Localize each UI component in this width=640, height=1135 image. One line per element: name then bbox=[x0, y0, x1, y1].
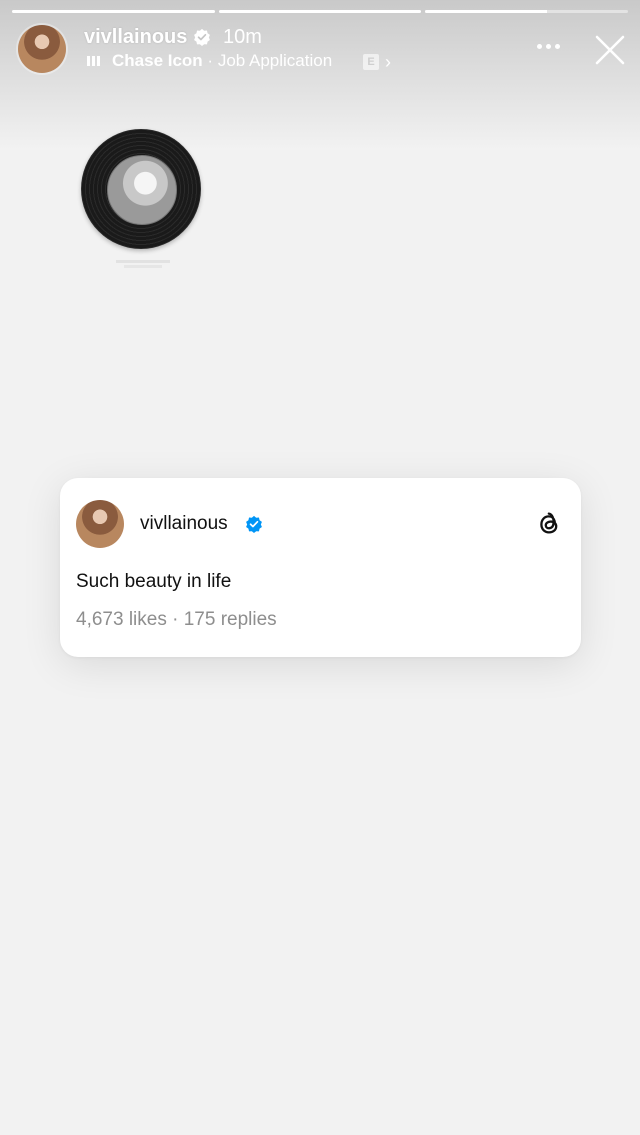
music-separator: · bbox=[202, 51, 218, 70]
verified-badge-icon bbox=[194, 28, 210, 46]
progress-fill bbox=[218, 10, 422, 13]
explicit-badge: E bbox=[363, 54, 379, 70]
verified-badge-icon bbox=[246, 515, 262, 533]
story-time: 10m bbox=[223, 26, 262, 48]
music-song: Chase Icon bbox=[112, 51, 203, 70]
music-bars-icon bbox=[87, 56, 100, 66]
more-dots-icon[interactable] bbox=[537, 44, 560, 49]
threads-avatar bbox=[76, 500, 124, 548]
progress-segment bbox=[12, 10, 215, 13]
story-username[interactable]: vivllainous bbox=[84, 26, 187, 49]
progress-fill bbox=[12, 10, 215, 13]
progress-segment bbox=[425, 10, 629, 13]
music-info[interactable]: Chase Icon · Job Application bbox=[112, 51, 332, 71]
top-gradient bbox=[0, 0, 640, 150]
close-icon[interactable] bbox=[594, 34, 626, 66]
progress-segment bbox=[218, 10, 422, 13]
story-avatar[interactable] bbox=[18, 25, 66, 73]
music-vinyl-sticker[interactable] bbox=[81, 129, 201, 249]
threads-logo-icon bbox=[540, 512, 558, 534]
threads-post-stats: 4,673 likes · 175 replies bbox=[76, 609, 277, 630]
threads-post-card[interactable]: vivllainous Such beauty in life 4,673 li… bbox=[60, 478, 581, 657]
vinyl-caption bbox=[108, 258, 178, 270]
progress-fill bbox=[425, 10, 547, 13]
vinyl-cover-image bbox=[107, 155, 177, 225]
chevron-right-icon[interactable]: › bbox=[385, 52, 391, 73]
threads-post-text: Such beauty in life bbox=[76, 571, 232, 592]
story-progress-bars bbox=[12, 10, 629, 13]
music-detail: Job Application bbox=[217, 51, 333, 70]
threads-username: vivllainous bbox=[140, 513, 228, 534]
